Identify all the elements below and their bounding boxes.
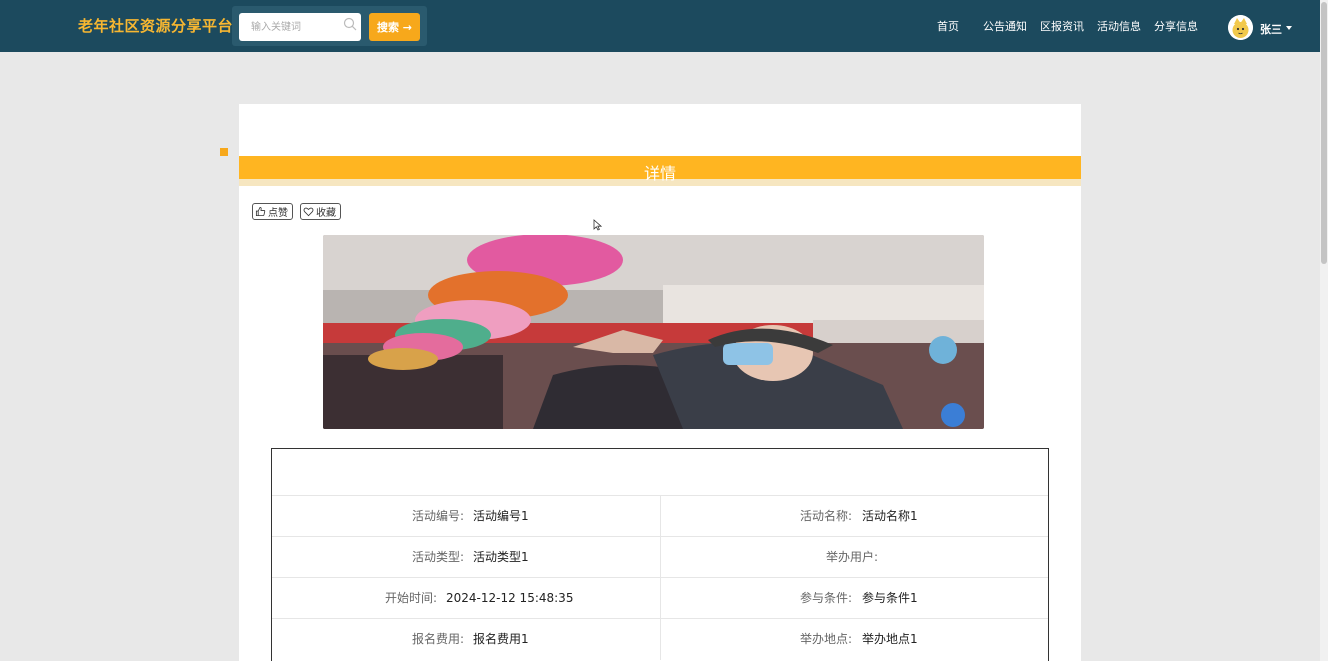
nav-notices[interactable]: 公告通知 xyxy=(983,18,1027,34)
mouse-cursor-icon xyxy=(593,219,602,231)
activity-info-table: 活动编号: 活动编号1 活动名称: 活动名称1 活动类型: 活动类型1 举办用户… xyxy=(271,448,1049,661)
like-button[interactable]: 点赞 xyxy=(252,203,293,220)
section-marker xyxy=(220,148,228,156)
search-icon[interactable] xyxy=(343,17,357,31)
field-label: 报名费用: xyxy=(411,632,464,646)
field-label: 参与条件: xyxy=(799,591,852,605)
field-label: 活动编号: xyxy=(411,509,464,523)
top-navbar: 老年社区资源分享平台 搜索 → 首页 公告通知 区报资讯 活动信息 分享信息 张… xyxy=(0,0,1320,52)
table-cell: 参与条件: 参与条件1 xyxy=(660,578,1048,619)
field-value: 活动名称1 xyxy=(862,509,918,523)
table-cell: 活动名称: 活动名称1 xyxy=(660,496,1048,537)
table-row: 报名费用: 报名费用1 举办地点: 举办地点1 xyxy=(272,618,1048,660)
nav-activities[interactable]: 活动信息 xyxy=(1097,18,1141,34)
nav-home[interactable]: 首页 xyxy=(937,18,959,34)
table-row: 活动编号: 活动编号1 活动名称: 活动名称1 xyxy=(272,495,1048,537)
field-value: 2024-12-12 15:48:35 xyxy=(446,591,574,605)
field-value: 参与条件1 xyxy=(862,591,918,605)
table-row: 活动类型: 活动类型1 举办用户: xyxy=(272,536,1048,578)
field-label: 活动类型: xyxy=(411,550,464,564)
scrollbar-thumb[interactable] xyxy=(1321,2,1327,264)
user-avatar[interactable] xyxy=(1228,15,1253,40)
thumbs-up-icon xyxy=(255,206,266,217)
field-value: 报名费用1 xyxy=(473,632,529,646)
avatar-icon xyxy=(1228,15,1253,40)
heart-icon xyxy=(303,207,314,217)
table-row: 开始时间: 2024-12-12 15:48:35 参与条件: 参与条件1 xyxy=(272,577,1048,619)
table-cell: 报名费用: 报名费用1 xyxy=(272,619,660,660)
detail-title: 详情 xyxy=(643,164,676,183)
table-cell: 举办用户: xyxy=(660,537,1048,578)
table-cell: 举办地点: 举办地点1 xyxy=(660,619,1048,660)
chevron-down-icon[interactable] xyxy=(1286,26,1292,30)
field-label: 活动名称: xyxy=(799,509,852,523)
field-value: 举办地点1 xyxy=(862,632,918,646)
field-value: 活动类型1 xyxy=(473,550,529,564)
field-label: 举办地点: xyxy=(799,632,852,646)
field-label: 举办用户: xyxy=(825,550,878,564)
user-name[interactable]: 张三 xyxy=(1260,21,1282,37)
favorite-button[interactable]: 收藏 xyxy=(300,203,341,220)
like-label: 点赞 xyxy=(268,208,288,219)
table-cell: 活动编号: 活动编号1 xyxy=(272,496,660,537)
field-value: 活动编号1 xyxy=(473,509,529,523)
favorite-label: 收藏 xyxy=(316,208,336,219)
nav-shares[interactable]: 分享信息 xyxy=(1154,18,1198,34)
site-brand[interactable]: 老年社区资源分享平台 xyxy=(78,15,233,36)
table-cell: 开始时间: 2024-12-12 15:48:35 xyxy=(272,578,660,619)
table-cell: 活动类型: 活动类型1 xyxy=(272,537,660,578)
field-label: 开始时间: xyxy=(384,591,437,605)
nav-district-news[interactable]: 区报资讯 xyxy=(1040,18,1084,34)
search-bar: 搜索 → xyxy=(232,6,427,46)
search-button[interactable]: 搜索 → xyxy=(369,13,420,41)
activity-photo xyxy=(323,235,984,429)
